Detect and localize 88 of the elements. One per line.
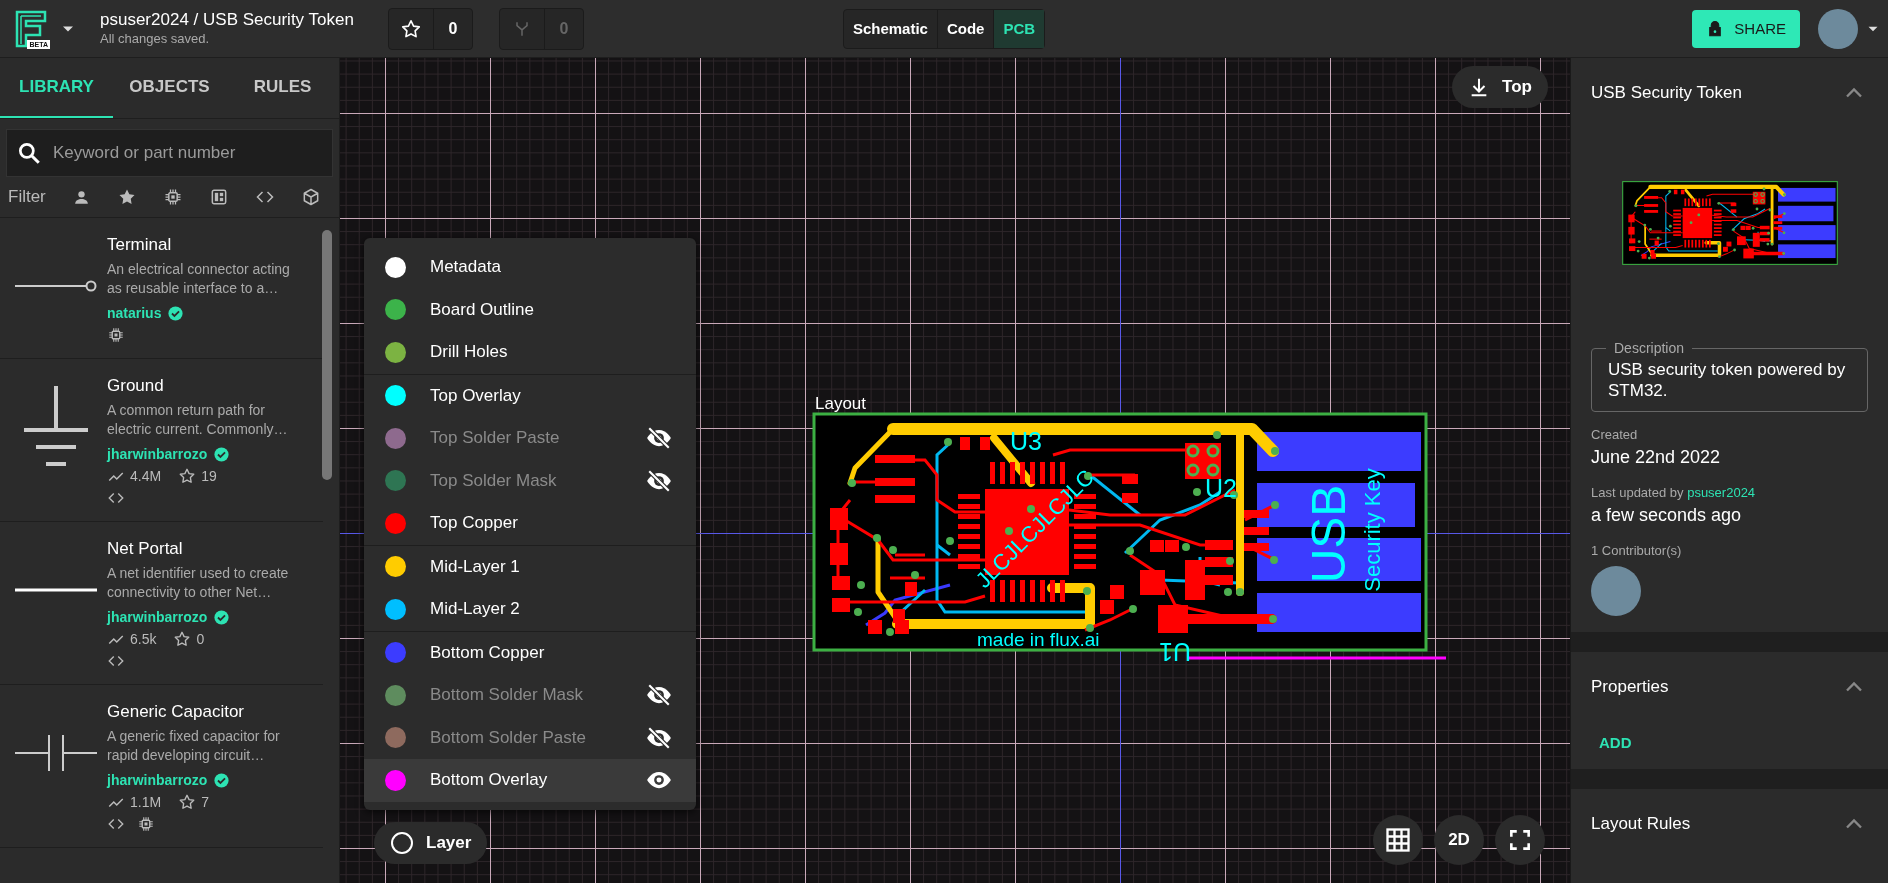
avatar[interactable] (1818, 8, 1858, 49)
contributors-label: 1 Contributor(s) (1591, 542, 1683, 560)
circle-icon (390, 831, 414, 855)
view-side-button[interactable]: Top (1452, 66, 1548, 108)
part-name: Terminal (107, 234, 173, 256)
layer-row[interactable]: Drill Holes (364, 331, 696, 374)
created-date: June 22nd 2022 (1591, 446, 1722, 469)
board-text: Security Key (1360, 468, 1385, 592)
section-title: Layout Rules (1591, 814, 1691, 834)
add-button[interactable]: ADD (1591, 712, 1640, 769)
layer-row[interactable]: Mid-Layer 2 (364, 588, 696, 631)
part-card[interactable]: Generic Capacitor A generic fixed capacitor for rapid developing circuit… jharwinbarrozo 1.1M 7 (0, 685, 323, 848)
part-description: A generic fixed capacitor for rapid developing circuit… (107, 727, 281, 765)
capacitor-symbol-icon (14, 735, 97, 771)
part-name: Net Portal (107, 538, 184, 560)
scrollbar-thumb[interactable] (322, 230, 332, 480)
layer-row[interactable]: Bottom Solder Paste (364, 716, 696, 759)
save-status: All changes saved. (100, 30, 211, 48)
usage-count: 6.5k (130, 630, 157, 649)
eye-off-icon[interactable] (646, 682, 672, 709)
star-count: 0 (432, 8, 472, 49)
filter-label: Filter (8, 187, 46, 207)
star-icon (399, 17, 422, 40)
project-title: psuser2024 / USB Security Token (100, 9, 354, 30)
view-mode-button[interactable]: 2D (1434, 815, 1484, 865)
grid-icon (1384, 826, 1412, 854)
grid-toggle-button[interactable] (1373, 815, 1423, 865)
layer-row[interactable]: Bottom Solder Mask (364, 674, 696, 717)
updated-time: a few seconds ago (1591, 504, 1743, 527)
part-name: Ground (107, 375, 165, 397)
part-description: An electrical connector acting as reusable interface to a… (107, 260, 291, 298)
field-value: USB security token powered by STM32. (1608, 360, 1846, 400)
sidebar-tab[interactable]: RULES (226, 58, 339, 118)
sidebar-tab[interactable]: LIBRARY (0, 58, 113, 118)
layer-row[interactable]: Bottom Copper (364, 631, 696, 674)
terminal-symbol-icon (14, 279, 97, 293)
layer-row[interactable]: Top Solder Mask (364, 459, 696, 502)
star-icon (178, 793, 197, 811)
eye-off-icon[interactable] (646, 724, 672, 751)
layer-button[interactable]: Layer (374, 822, 488, 864)
board-label: Layout (815, 394, 867, 413)
search-field[interactable]: Keyword or part number (6, 129, 333, 177)
created-label: Created (1591, 426, 1639, 444)
star-count: 0 (196, 630, 205, 649)
layer-row[interactable]: Top Overlay (364, 374, 696, 417)
board-text: U1 (1159, 638, 1191, 666)
layer-row[interactable]: Metadata (364, 246, 696, 289)
author-link[interactable]: jharwinbarrozo (107, 769, 208, 791)
board-text: U3 (1010, 427, 1042, 455)
chip-icon (107, 326, 125, 344)
part-card[interactable]: Net Portal A net identifier used to create connectivity to other Net… jharwinbarrozo 6.5k 0 (0, 522, 323, 685)
ground-symbol-icon (23, 386, 88, 468)
layer-row[interactable]: Bottom Overlay (364, 759, 696, 802)
star-icon (173, 630, 192, 648)
contributor-avatar[interactable] (1591, 566, 1641, 616)
author-link[interactable]: jharwinbarrozo (107, 606, 208, 628)
section-title: USB Security Token (1591, 83, 1742, 103)
eye-off-icon[interactable] (646, 425, 672, 452)
updated-label: Last updated by (1591, 485, 1684, 500)
layer-row[interactable]: Top Copper (364, 502, 696, 545)
share-button[interactable]: SHARE (1692, 9, 1800, 48)
fullscreen-icon (1507, 827, 1533, 853)
sidebar-tab[interactable]: OBJECTS (113, 58, 226, 118)
net-portal-symbol-icon (14, 588, 97, 592)
board-text: USB (1302, 484, 1355, 584)
author-link[interactable]: jharwinbarrozo (107, 443, 208, 465)
part-name: Generic Capacitor (107, 701, 245, 723)
part-description: A common return path for electric current. Commonly… (107, 401, 289, 439)
user-link[interactable]: psuser2024 (1687, 485, 1756, 500)
layer-row[interactable]: Board Outline (364, 288, 696, 331)
author-link[interactable]: natarius (107, 302, 162, 324)
star-icon (178, 467, 197, 485)
layer-row[interactable]: Top Solder Paste (364, 417, 696, 460)
view-tab[interactable]: PCB (994, 9, 1045, 48)
chip-icon (137, 815, 155, 833)
view-tab[interactable]: Schematic (843, 9, 938, 48)
star-count: 7 (201, 793, 209, 812)
star-count: 19 (201, 467, 217, 486)
section-title: Properties (1591, 677, 1669, 697)
eye-off-icon[interactable] (646, 467, 672, 494)
part-description: A net identifier used to create connectivity to other Net… (107, 564, 290, 602)
usage-count: 1.1M (130, 793, 162, 812)
fork-count: 0 (543, 8, 583, 49)
board-text: made in flux.ai (977, 629, 1100, 650)
fullscreen-button[interactable] (1495, 815, 1545, 865)
field-label: Description (1613, 339, 1686, 358)
usage-count: 4.4M (130, 467, 162, 486)
layer-row[interactable]: Mid-Layer 1 (364, 545, 696, 588)
